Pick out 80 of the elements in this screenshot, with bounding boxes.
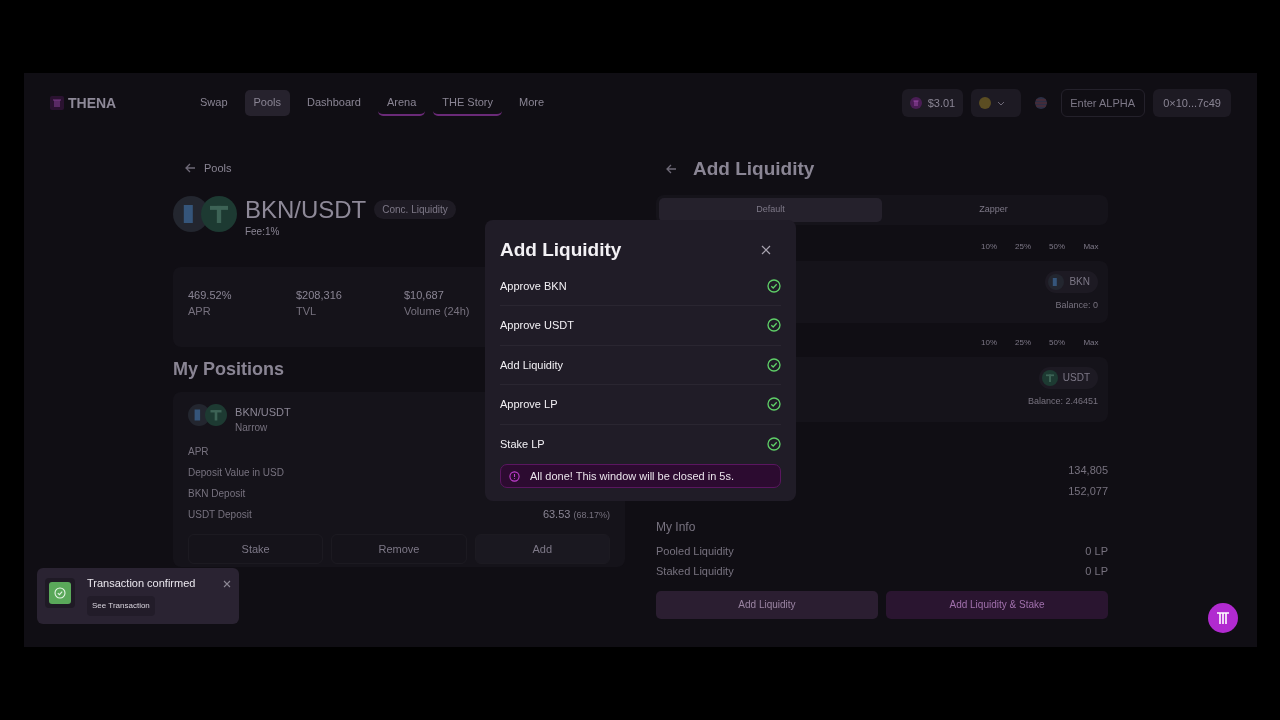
step-label: Approve USDT (500, 318, 574, 333)
modal-title: Add Liquidity (500, 238, 622, 262)
info-value: 0 LP (1085, 564, 1108, 580)
see-transaction-button[interactable]: See Transaction (87, 595, 155, 616)
add-button[interactable]: Add Liquidity (656, 590, 878, 619)
step-label: Approve LP (500, 397, 558, 412)
nav-link[interactable]: Arena (377, 89, 426, 117)
toast-title: Transaction confirmed (87, 576, 196, 591)
stat-label: Volume (24h) (404, 304, 471, 319)
close-icon (223, 580, 231, 588)
info-label: Pooled Liquidity (656, 544, 734, 560)
logo-text: THENA (68, 93, 117, 113)
token-icon (205, 403, 228, 426)
info-value: 0 LP (1085, 544, 1108, 560)
alpha-field[interactable]: Enter ALPHA (1061, 89, 1146, 117)
position-pair: BKN/USDT (235, 404, 291, 420)
position-button[interactable]: Stake (188, 534, 324, 564)
back-arrow-icon (185, 163, 196, 174)
percent-option[interactable]: 25% (1006, 240, 1040, 253)
page-title: Add Liquidity (693, 160, 815, 178)
token-icon (909, 97, 922, 109)
pool-type-tag: Conc. Liquidity (374, 200, 456, 219)
position-button[interactable]: Remove (331, 534, 467, 564)
pool-title: BKN/USDT (244, 195, 367, 224)
percent-option[interactable]: 25% (1006, 336, 1040, 349)
coin-icon (979, 97, 992, 109)
notice-text: All done! This window will be closed in 5s. (530, 468, 734, 484)
row-value: 63.53 (68.17%) (542, 507, 610, 523)
percent-option[interactable]: 10% (972, 240, 1006, 253)
stat-label: TVL (296, 304, 318, 319)
stat-value: 469.52% (188, 287, 233, 303)
row-label: Deposit Value in USD (188, 466, 284, 480)
token-icon (1048, 273, 1065, 290)
percent-option[interactable]: 50% (1040, 336, 1074, 349)
close-icon (761, 245, 771, 256)
back-link[interactable]: Pools (185, 160, 232, 177)
amount-value: 152,077 (1068, 483, 1108, 499)
flag-icon (1035, 97, 1048, 109)
chat-icon (1208, 603, 1238, 633)
wallet-button[interactable]: 0×10...7c49 (1153, 89, 1231, 117)
step-label: Approve BKN (500, 278, 567, 294)
success-icon (45, 578, 75, 608)
row-label: APR (188, 445, 209, 459)
percent-option[interactable]: Max (1074, 336, 1108, 349)
balance-text: Balance: 0 (1055, 298, 1098, 312)
percent-option[interactable]: 50% (1040, 240, 1074, 253)
step-label: Stake LP (500, 437, 545, 452)
stat-label: APR (188, 304, 212, 319)
nav-link[interactable]: Dashboard (298, 89, 370, 117)
tab[interactable]: Zapper (882, 198, 1105, 222)
nav-link[interactable]: Swap (191, 89, 237, 117)
tab[interactable]: Default (659, 198, 882, 222)
network-dropdown[interactable] (971, 89, 1022, 117)
price-chip[interactable]: $3.01 (901, 89, 964, 117)
token-icon (1041, 369, 1058, 386)
back-arrow-icon (666, 164, 677, 174)
row-label: USDT Deposit (188, 508, 252, 522)
info-icon (509, 470, 520, 482)
nav-link[interactable]: Pools (244, 89, 291, 117)
logo-icon (50, 96, 64, 110)
token-selector[interactable]: USDT (1038, 366, 1098, 389)
section-heading: My Info (656, 518, 696, 536)
percent-option[interactable]: Max (1074, 240, 1108, 253)
caret-icon (997, 100, 1006, 106)
percent-option[interactable]: 10% (972, 336, 1006, 349)
stat-value: $208,316 (296, 287, 343, 303)
balance-text: Balance: 2.46451 (1027, 394, 1098, 408)
add-button[interactable]: Add Liquidity & Stake (886, 590, 1108, 619)
nav-link[interactable]: More (510, 89, 554, 117)
position-button[interactable]: Add (474, 534, 610, 564)
step-label: Add Liquidity (500, 357, 563, 373)
token-icon (200, 195, 237, 232)
section-heading: My Positions (173, 357, 284, 381)
info-label: Staked Liquidity (656, 564, 734, 580)
range-label: Narrow (235, 421, 269, 435)
fee-text: Fee:1% (244, 224, 281, 239)
nav-link[interactable]: THE Story (433, 89, 502, 117)
amount-value: 134,805 (1068, 462, 1108, 478)
row-label: BKN Deposit (188, 487, 246, 501)
token-selector[interactable]: BKN (1045, 270, 1098, 293)
